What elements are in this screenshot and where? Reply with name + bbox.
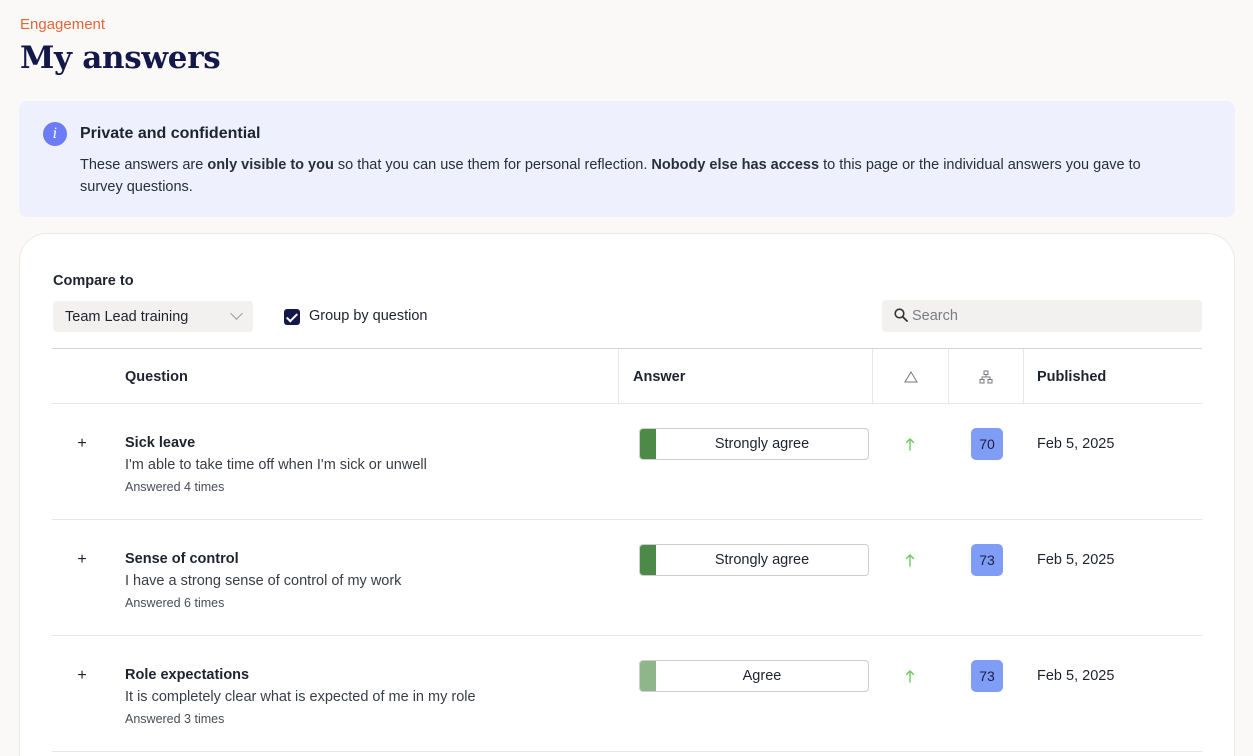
column-header-trend[interactable]	[872, 349, 948, 404]
page-title: My answers	[20, 40, 221, 76]
published-date: Feb 5, 2025	[1037, 552, 1115, 568]
published-date: Feb 5, 2025	[1037, 668, 1115, 684]
question-text: I'm able to take time off when I'm sick …	[125, 457, 427, 473]
question-title: Sense of control	[125, 551, 239, 567]
answer-count: Answered 4 times	[125, 480, 225, 494]
search-field[interactable]	[882, 300, 1202, 332]
table-row: + Role expectations It is completely cle…	[52, 636, 1202, 752]
table-row: + Sense of control I have a strong sense…	[52, 520, 1202, 636]
score-badge: 73	[971, 660, 1003, 692]
compare-select-value: Team Lead training	[65, 308, 189, 325]
column-header-organization[interactable]	[948, 349, 1024, 404]
notice-text: These answers are only visible to you so…	[80, 157, 1141, 195]
search-icon	[894, 308, 908, 322]
column-header-question[interactable]: Question	[125, 349, 188, 404]
answers-card: Compare to Team Lead training Group by q…	[19, 233, 1235, 756]
info-icon: i	[43, 122, 67, 146]
question-text: I have a strong sense of control of my w…	[125, 573, 402, 589]
expand-button[interactable]: +	[72, 666, 92, 686]
table-row: + Sick leave I'm able to take time off w…	[52, 404, 1202, 520]
answer-text: Strongly agree	[714, 436, 810, 452]
notice-title: Private and confidential	[80, 125, 261, 142]
answer-value: Strongly agree	[639, 428, 869, 460]
chevron-down-icon	[230, 307, 243, 320]
triangle-icon	[903, 370, 918, 382]
score-badge: 73	[971, 544, 1003, 576]
arrow-up-icon	[905, 554, 915, 567]
answer-color-bar	[640, 545, 656, 575]
arrow-up-icon	[905, 670, 915, 683]
arrow-up-icon	[905, 438, 915, 451]
expand-button[interactable]: +	[72, 550, 92, 570]
answer-value: Agree	[639, 660, 869, 692]
score-badge: 70	[971, 428, 1003, 460]
published-date: Feb 5, 2025	[1037, 436, 1115, 452]
question-title: Sick leave	[125, 435, 196, 451]
answer-text: Agree	[742, 668, 782, 684]
question-title: Role expectations	[125, 667, 250, 683]
group-by-question-label[interactable]: Group by question	[309, 308, 428, 324]
privacy-notice: i Private and confidential These answers…	[19, 101, 1235, 217]
answer-count: Answered 6 times	[125, 596, 225, 610]
answers-table: Question Answer Published + Sick leave I	[52, 348, 1202, 752]
answer-color-bar	[640, 429, 656, 459]
expand-button[interactable]: +	[72, 434, 92, 454]
table-header: Question Answer Published	[52, 348, 1202, 404]
group-by-question-checkbox[interactable]	[284, 309, 300, 325]
question-text: It is completely clear what is expected …	[125, 689, 476, 705]
column-header-answer[interactable]: Answer	[618, 349, 872, 404]
answer-color-bar	[640, 661, 656, 691]
compare-select[interactable]: Team Lead training	[53, 301, 253, 332]
answer-value: Strongly agree	[639, 544, 869, 576]
search-input[interactable]	[912, 300, 1192, 332]
column-header-published[interactable]: Published	[1037, 349, 1106, 404]
answer-text: Strongly agree	[714, 552, 810, 568]
answer-count: Answered 3 times	[125, 712, 225, 726]
breadcrumb[interactable]: Engagement	[20, 16, 105, 33]
org-chart-icon	[979, 370, 993, 383]
compare-label: Compare to	[53, 273, 134, 289]
